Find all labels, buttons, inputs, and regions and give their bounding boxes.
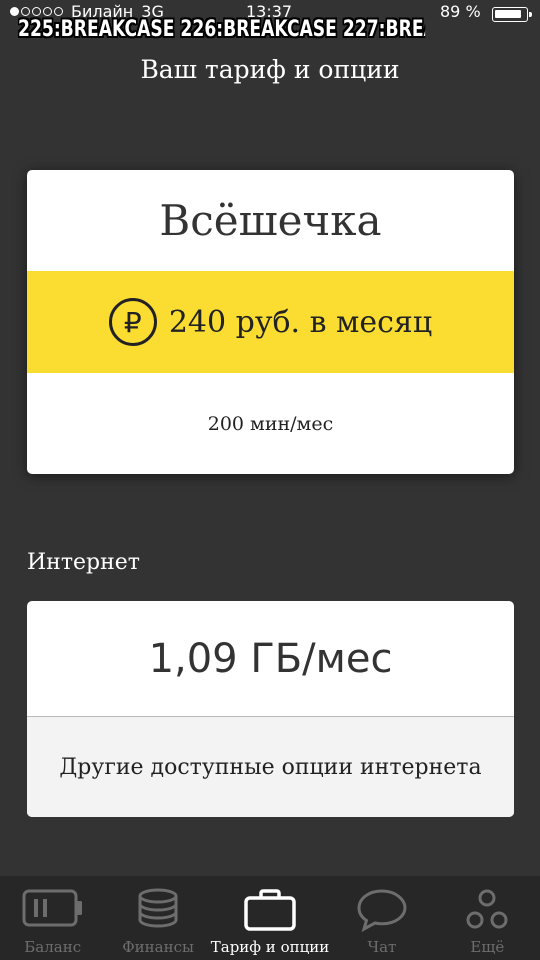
overlay-caption: 225:BREAKCASE 226:BREAKCASE 227:BREAKCAS…	[18, 17, 425, 42]
tariff-minutes: 200 мин/мес	[207, 412, 334, 435]
signal-dot-icon	[21, 7, 30, 16]
tab-balance[interactable]: Баланс	[0, 876, 105, 960]
tab-chat[interactable]: Чат	[329, 876, 434, 960]
tab-label: Ещё	[470, 938, 505, 956]
tab-more[interactable]: Ещё	[435, 876, 540, 960]
briefcase-icon	[244, 889, 296, 931]
battery-percent: 89 %	[440, 2, 481, 21]
tariff-price-band: ₽ 240 руб. в месяц	[27, 271, 514, 373]
tab-tariff-and-options[interactable]: Тариф и опции	[210, 876, 330, 960]
tab-label: Баланс	[24, 938, 82, 956]
internet-card: 1,09 ГБ/мес Другие доступные опции интер…	[27, 601, 514, 817]
more-icon	[466, 889, 508, 929]
chat-bubble-icon	[357, 889, 407, 932]
internet-section-label: Интернет	[27, 550, 140, 575]
tab-label: Чат	[367, 938, 397, 956]
signal-dot-icon	[43, 7, 52, 16]
other-internet-options-button[interactable]: Другие доступные опции интернета	[27, 717, 514, 817]
signal-dot-icon	[54, 7, 63, 16]
tariff-price: 240 руб. в месяц	[168, 304, 433, 340]
page-title: Ваш тариф и опции	[140, 55, 400, 84]
coins-icon	[138, 888, 178, 928]
tariff-card[interactable]: Всёшечка ₽ 240 руб. в месяц 200 мин/мес	[27, 170, 514, 474]
tab-label: Финансы	[122, 938, 194, 956]
tab-label: Тариф и опции	[210, 938, 330, 956]
ruble-icon: ₽	[108, 298, 157, 346]
tab-finance[interactable]: Финансы	[105, 876, 210, 960]
battery-icon	[22, 889, 82, 927]
signal-dot-icon	[10, 7, 19, 16]
tab-bar: Баланс Финансы Тариф и опции Чат Ещё	[0, 876, 540, 960]
internet-amount[interactable]: 1,09 ГБ/мес	[27, 601, 514, 716]
tariff-name: Всёшечка	[159, 196, 382, 245]
signal-dot-icon	[32, 7, 41, 16]
battery-icon	[492, 7, 532, 22]
battery-level	[495, 10, 521, 18]
